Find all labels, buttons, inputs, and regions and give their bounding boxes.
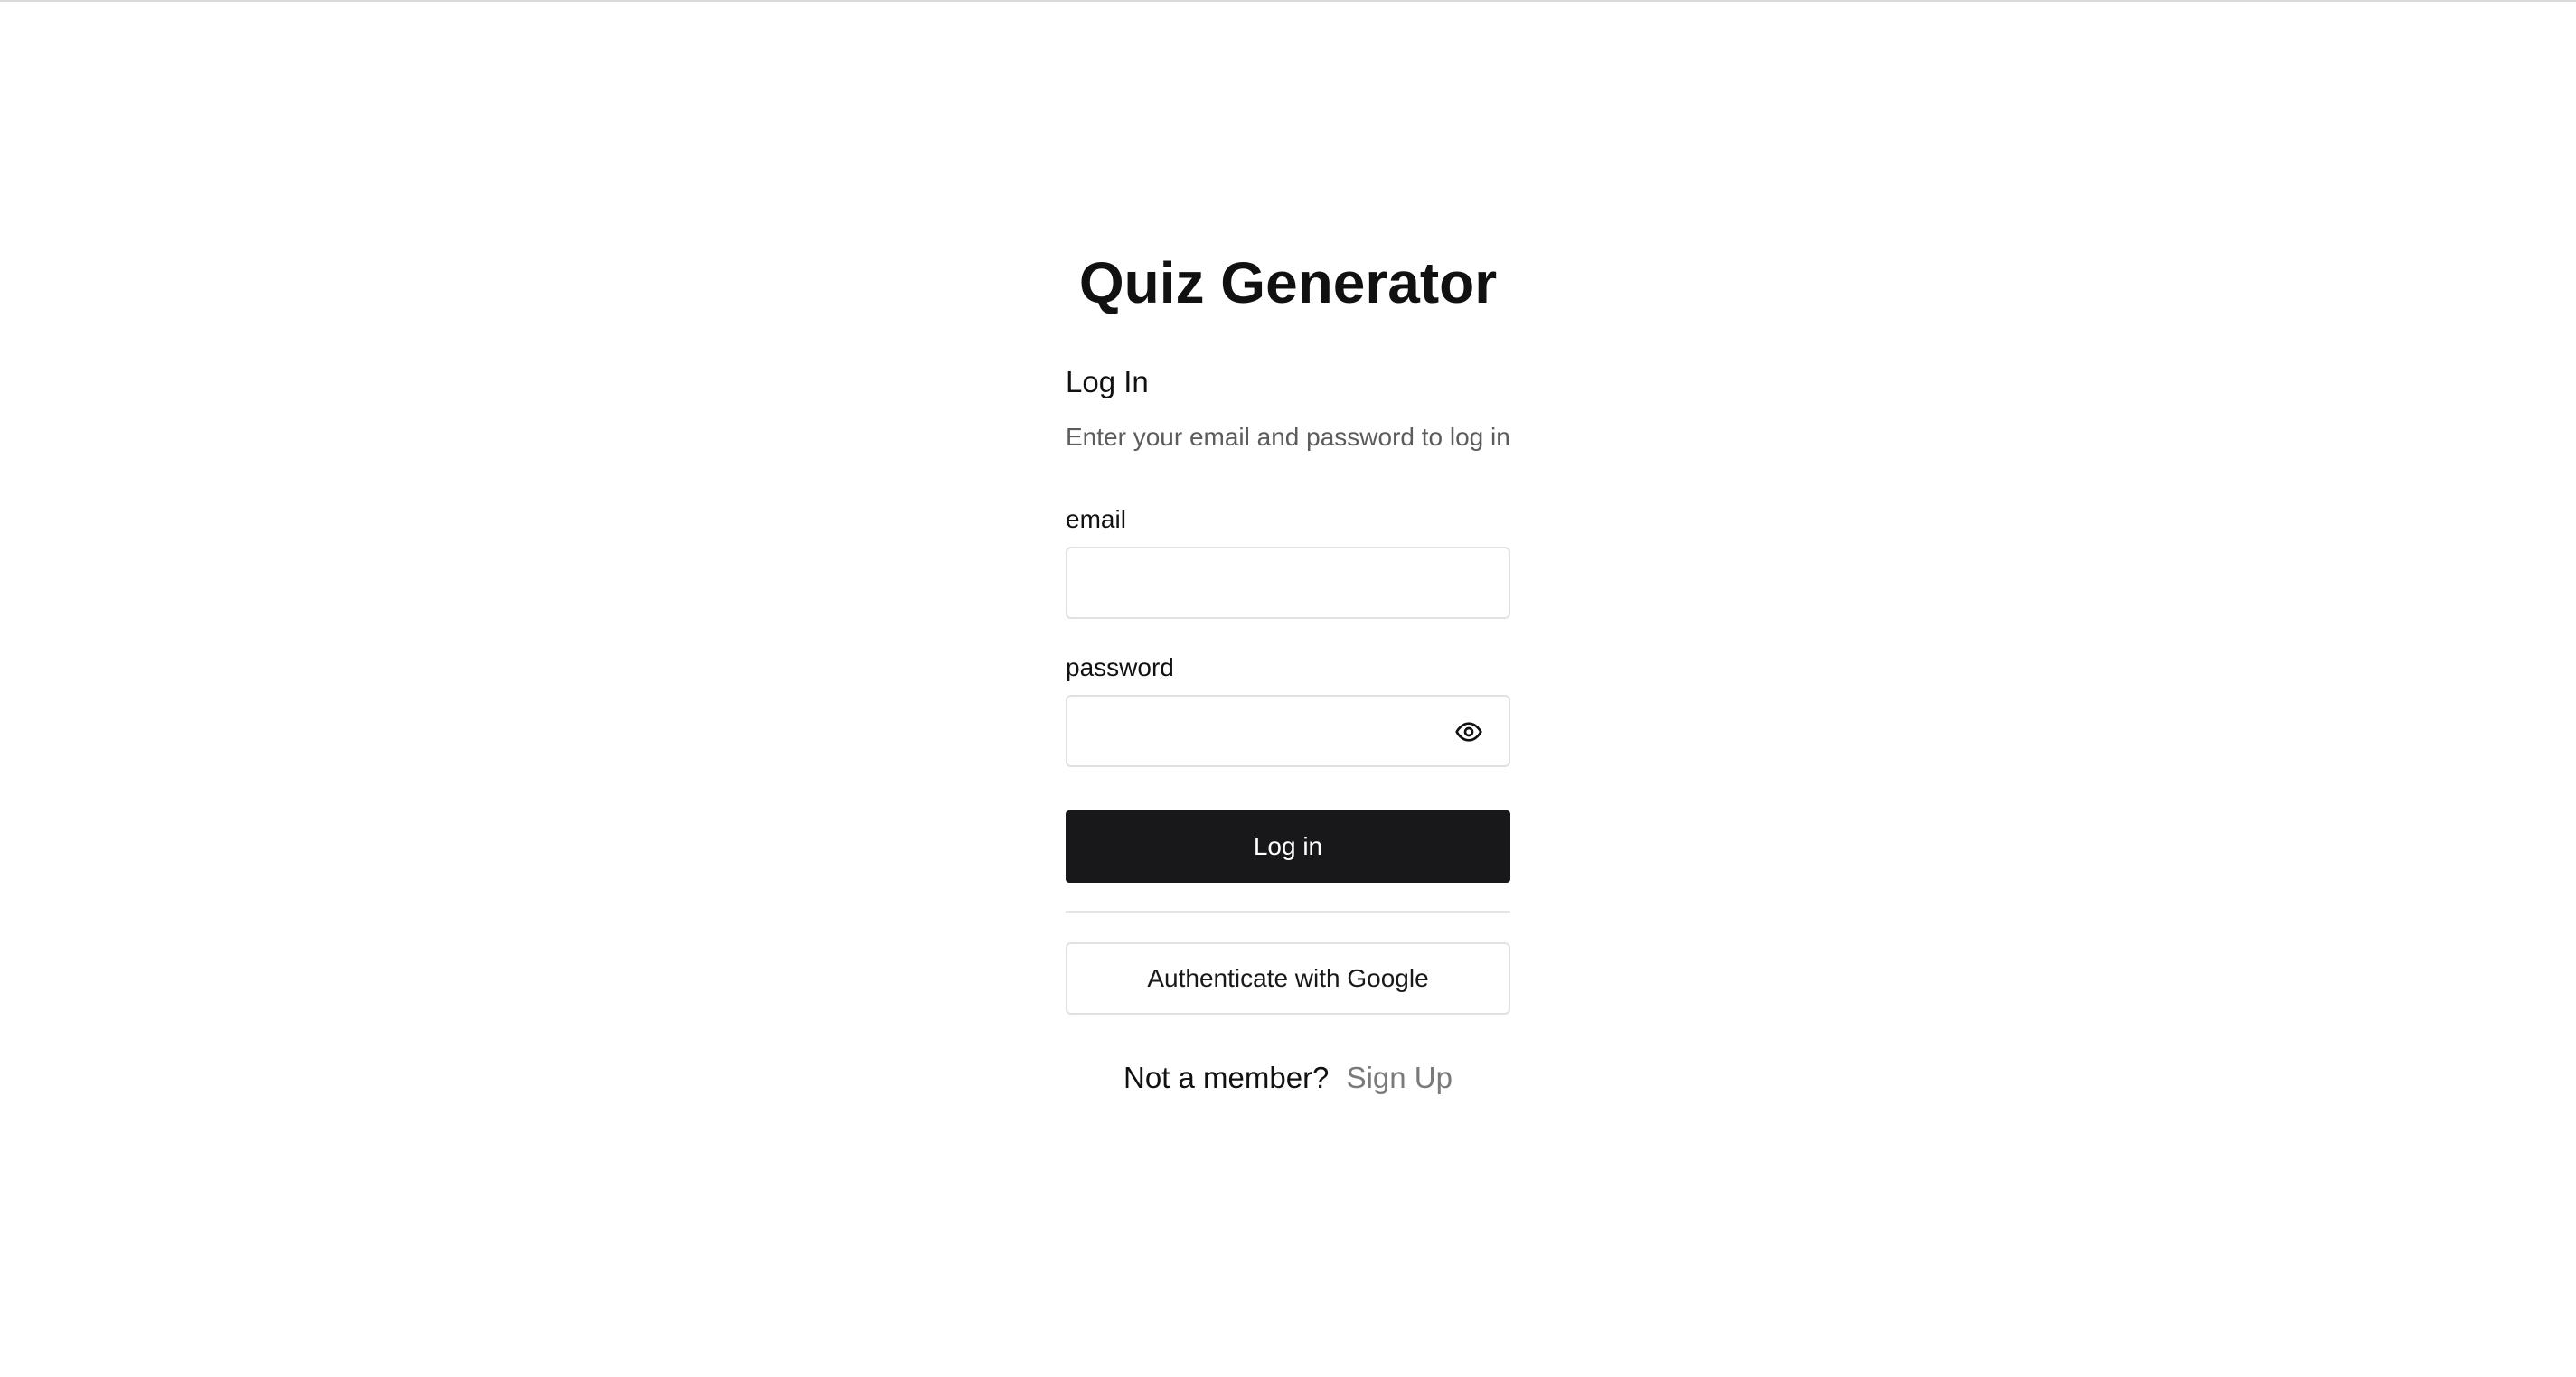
show-password-toggle[interactable]: [1451, 714, 1487, 750]
form-heading: Log In: [1066, 365, 1149, 399]
signup-row: Not a member? Sign Up: [1066, 1061, 1510, 1095]
email-input[interactable]: [1066, 547, 1510, 619]
window-corner: [0, 1352, 13, 1364]
eye-icon: [1454, 717, 1483, 746]
divider: [1066, 911, 1510, 913]
google-auth-button[interactable]: Authenticate with Google: [1066, 942, 1510, 1015]
signup-link[interactable]: Sign Up: [1347, 1061, 1453, 1094]
password-label: password: [1066, 653, 1174, 682]
form-subtitle: Enter your email and password to log in: [1066, 423, 1510, 452]
password-input[interactable]: [1066, 695, 1510, 767]
app-title: Quiz Generator: [1066, 251, 1510, 314]
window-top-border: [0, 0, 2576, 2]
login-button[interactable]: Log in: [1066, 810, 1510, 883]
signup-prompt: Not a member?: [1123, 1061, 1329, 1094]
email-label: email: [1066, 505, 1126, 534]
